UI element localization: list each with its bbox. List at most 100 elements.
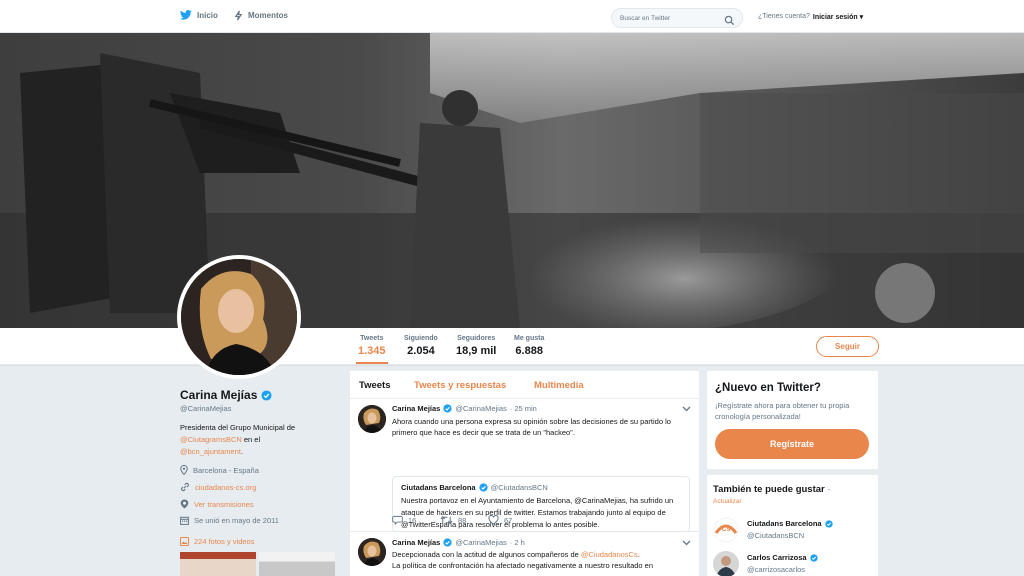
suggestion-handle: @CiutadansBCN bbox=[747, 531, 805, 540]
quoted-author-name: Ciutadans Barcelona bbox=[401, 483, 476, 492]
bio-text: Presidenta del Grupo Municipal de bbox=[180, 423, 296, 432]
tweet-header: Carina Mejías @CarinaMejias · 25 min bbox=[392, 404, 537, 413]
stat-followers-value: 18,9 mil bbox=[456, 345, 497, 357]
tweet-text-part: La política de confrontación ha afectado… bbox=[392, 561, 654, 570]
nav-moments-label: Momentos bbox=[248, 11, 288, 20]
profile-joined: Se unió en mayo de 2011 bbox=[180, 516, 279, 525]
twitter-bird-icon bbox=[180, 10, 192, 20]
tab-media[interactable]: Multimedia bbox=[534, 380, 584, 391]
tweet-timestamp[interactable]: · 25 min bbox=[510, 404, 537, 413]
website-link[interactable]: ciudadanos-cs.org bbox=[195, 483, 256, 492]
retweet-icon bbox=[440, 515, 453, 525]
stat-followers-label: Seguidores bbox=[457, 335, 496, 342]
tweet-text-part: . bbox=[637, 550, 640, 559]
suggestion-name[interactable]: Carlos Carrizosa bbox=[747, 553, 807, 562]
tweet-timestamp[interactable]: · 2 h bbox=[510, 538, 525, 547]
suggestion-item[interactable]: Carlos Carrizosa @carrizosacarlos bbox=[713, 551, 873, 576]
login-label: Iniciar sesión bbox=[812, 14, 858, 21]
suggestion-name-row: Carlos Carrizosa bbox=[747, 553, 818, 562]
stat-tweets[interactable]: Tweets 1.345 bbox=[356, 335, 388, 364]
suggestion-avatar[interactable]: Cs bbox=[713, 517, 739, 543]
profile-periscope: Ver transmisiones bbox=[180, 499, 254, 509]
tab-tweets[interactable]: Tweets bbox=[359, 380, 391, 391]
photo-thumbnail[interactable] bbox=[259, 552, 335, 576]
chevron-down-icon[interactable] bbox=[682, 540, 691, 546]
stat-likes-value: 6.888 bbox=[515, 345, 543, 357]
profile-photos-link[interactable]: 224 fotos y videos bbox=[180, 537, 254, 546]
tab-tweets-and-replies[interactable]: Tweets y respuestas bbox=[414, 380, 506, 391]
search-icon[interactable] bbox=[724, 13, 735, 31]
stat-following-value: 2.054 bbox=[407, 345, 435, 357]
stat-followers[interactable]: Seguidores 18,9 mil bbox=[456, 335, 496, 357]
stat-tweets-label: Tweets bbox=[360, 335, 384, 342]
tweet-author-name[interactable]: Carina Mejías bbox=[392, 538, 440, 547]
photo-thumbnails bbox=[180, 552, 335, 576]
nav-home[interactable]: Inicio bbox=[180, 10, 218, 20]
lightning-icon bbox=[234, 10, 243, 21]
verified-icon bbox=[443, 404, 452, 413]
reply-button[interactable]: 16 bbox=[392, 515, 440, 525]
link-icon bbox=[181, 482, 189, 492]
tweet-actions: 16 88 67 bbox=[392, 515, 536, 525]
suggestions-title-text: También te puede gustar bbox=[713, 484, 825, 495]
quoted-tweet-text: Nuestra portavoz en el Ayuntamiento de B… bbox=[401, 496, 674, 529]
suggestions-card: También te puede gustar · Actualizar Cs … bbox=[707, 475, 878, 576]
quoted-author-handle: @CiutadansBCN bbox=[490, 483, 548, 492]
photo-icon bbox=[180, 537, 189, 546]
profile-header-image bbox=[0, 33, 1024, 328]
signup-description: ¡Regístrate ahora para obtener tu propia… bbox=[715, 401, 850, 421]
avatar[interactable] bbox=[177, 255, 301, 379]
suggestion-name[interactable]: Ciutadans Barcelona bbox=[747, 519, 822, 528]
photo-thumbnail[interactable] bbox=[180, 552, 256, 576]
chevron-down-icon[interactable] bbox=[682, 406, 691, 412]
search-box[interactable]: Buscar en Twitter bbox=[611, 8, 743, 28]
profile-bio: Presidenta del Grupo Municipal de @Ciuta… bbox=[180, 422, 330, 458]
signup-button[interactable]: Regístrate bbox=[715, 429, 869, 459]
location-text: Barcelona - España bbox=[193, 465, 259, 475]
stat-tweets-value: 1.345 bbox=[358, 345, 386, 357]
bio-text: . bbox=[241, 447, 244, 456]
suggestion-name-row: Ciutadans Barcelona bbox=[747, 519, 833, 528]
retweet-button[interactable]: 88 bbox=[440, 515, 488, 525]
nav-moments[interactable]: Momentos bbox=[234, 10, 288, 21]
tweet-mention-link[interactable]: @CiudadanosCs bbox=[581, 550, 638, 559]
tweet[interactable]: Carina Mejías @CarinaMejias · 2 h Decepc… bbox=[350, 532, 699, 576]
stat-following[interactable]: Siguiendo 2.054 bbox=[404, 335, 438, 357]
profile-name[interactable]: Carina Mejías bbox=[180, 388, 257, 402]
search-input[interactable]: Buscar en Twitter bbox=[620, 15, 670, 22]
verified-icon bbox=[809, 553, 818, 562]
tweet[interactable]: Carina Mejías @CarinaMejias · 25 min Aho… bbox=[350, 399, 699, 532]
photos-label[interactable]: 224 fotos y videos bbox=[194, 537, 254, 546]
stat-following-label: Siguiendo bbox=[404, 335, 438, 342]
bio-mention-link[interactable]: @CiutagramsBCN bbox=[180, 435, 242, 444]
stat-likes-label: Me gusta bbox=[514, 335, 545, 342]
tweet-author-handle[interactable]: @CarinaMejias bbox=[455, 404, 506, 413]
stat-likes[interactable]: Me gusta 6.888 bbox=[514, 335, 544, 357]
profile-location: Barcelona - España bbox=[180, 465, 259, 475]
suggestion-item[interactable]: Cs Ciutadans Barcelona @CiutadansBCN bbox=[713, 517, 873, 543]
login-button[interactable]: Iniciar sesión ▾ bbox=[813, 13, 863, 21]
login-prompt: ¿Tienes cuenta? Iniciar sesión ▾ bbox=[758, 13, 863, 21]
suggestion-logo-text: Cs bbox=[722, 526, 731, 533]
bio-mention-link[interactable]: @bcn_ajuntament bbox=[180, 447, 241, 456]
follow-button[interactable]: Seguir bbox=[816, 336, 879, 357]
profile-name-row: Carina Mejías bbox=[180, 388, 272, 402]
refresh-link[interactable]: Actualizar bbox=[713, 498, 742, 505]
suggestions-title: También te puede gustar · bbox=[713, 484, 831, 495]
joined-text: Se unió en mayo de 2011 bbox=[194, 516, 279, 525]
verified-icon bbox=[824, 519, 833, 528]
profile-website: ciudadanos-cs.org bbox=[180, 482, 256, 492]
quoted-tweet-header: Ciutadans Barcelona @CiutadansBCN bbox=[401, 483, 548, 492]
tweet-author-handle[interactable]: @CarinaMejias bbox=[455, 538, 506, 547]
retweet-count: 88 bbox=[458, 515, 467, 525]
periscope-link[interactable]: Ver transmisiones bbox=[194, 500, 254, 509]
suggestion-avatar[interactable] bbox=[713, 551, 739, 576]
like-button[interactable]: 67 bbox=[488, 515, 536, 525]
tweet-author-name[interactable]: Carina Mejías bbox=[392, 404, 440, 413]
timeline: Tweets Tweets y respuestas Multimedia Ca… bbox=[350, 371, 699, 576]
tweet-avatar[interactable] bbox=[358, 405, 386, 433]
calendar-icon bbox=[180, 516, 189, 525]
tweet-avatar[interactable] bbox=[358, 538, 386, 566]
reply-count: 16 bbox=[408, 515, 417, 525]
profile-handle[interactable]: @CarinaMejias bbox=[180, 404, 231, 413]
